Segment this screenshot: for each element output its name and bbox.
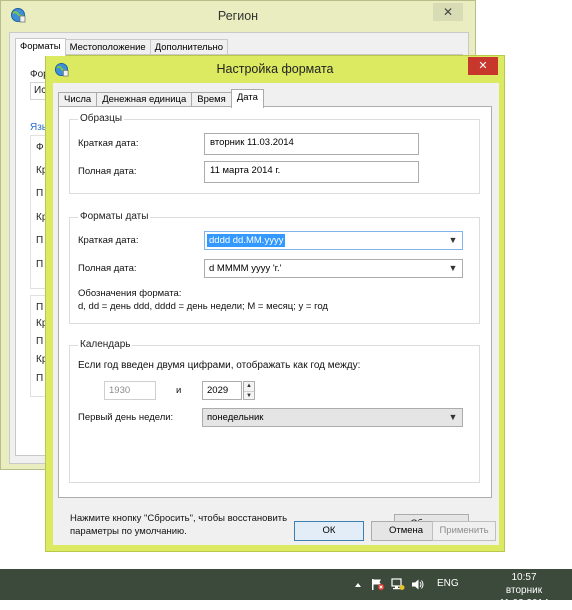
long-date-format-combo[interactable]: d MMMM yyyy 'г.' ▼ (204, 259, 463, 278)
clock-time: 10:57 (511, 572, 537, 583)
first-day-label: Первый день недели: (78, 412, 174, 423)
cancel-button[interactable]: Отмена (371, 521, 441, 541)
region-fragment: П (36, 302, 44, 313)
tab-administrative[interactable]: Дополнительно (149, 39, 229, 55)
tab-formats[interactable]: Форматы (15, 38, 66, 56)
dialog-close-button[interactable]: ✕ (468, 57, 498, 75)
calendar-group: Календарь Если год введен двумя цифрами,… (69, 339, 480, 483)
tab-numbers[interactable]: Числа (58, 92, 98, 107)
tab-location[interactable]: Местоположение (64, 39, 151, 55)
region-fragment: П (36, 188, 44, 199)
volume-icon[interactable] (411, 578, 425, 591)
region-tabs: Форматы Местоположение Дополнительно (15, 38, 229, 56)
region-fragment: Ф (36, 142, 44, 153)
apply-button: Применить (432, 521, 496, 541)
tab-date[interactable]: Дата (230, 89, 264, 108)
year-from-field: 1930 (104, 381, 156, 400)
short-date-format-combo[interactable]: dddd dd.MM.yyyy ▼ (204, 231, 463, 250)
year-to-stepper[interactable]: ▲ ▼ (243, 381, 255, 400)
format-legend-title: Обозначения формата: (78, 288, 182, 299)
first-day-value[interactable]: понедельник (207, 412, 263, 423)
close-icon: ✕ (442, 5, 454, 19)
samples-group: Образцы Краткая дата: вторник 11.03.2014… (69, 113, 480, 194)
sample-short-date-value: вторник 11.03.2014 (204, 133, 419, 155)
action-center-flag-icon[interactable] (371, 578, 385, 591)
calendar-group-title: Календарь (78, 339, 133, 350)
date-formats-group: Форматы даты Краткая дата: dddd dd.MM.yy… (69, 211, 480, 324)
region-fragment: П (36, 336, 44, 347)
dialog-tabs: Числа Денежная единица Время Дата (58, 89, 264, 108)
sample-short-date-label: Краткая дата: (78, 138, 139, 149)
input-language-indicator[interactable]: ENG (437, 578, 459, 589)
samples-group-title: Образцы (78, 113, 125, 124)
long-date-format-value[interactable]: d MMMM yyyy 'г.' (209, 263, 281, 274)
short-date-format-value[interactable]: dddd dd.MM.yyyy (207, 234, 286, 247)
region-close-button[interactable]: ✕ (433, 3, 463, 21)
date-tab-panel: Образцы Краткая дата: вторник 11.03.2014… (58, 106, 492, 498)
taskbar: ENG 10:57 вторник 11.03.2014 (0, 569, 572, 609)
close-icon: ✕ (478, 60, 488, 72)
clock-date: вторник 11.03.2014 (499, 585, 549, 609)
taskbar-clock[interactable]: 10:57 вторник 11.03.2014 (484, 571, 564, 610)
network-icon[interactable] (391, 578, 405, 591)
year-and-label: и (176, 385, 182, 396)
chevron-down-icon[interactable]: ▼ (447, 262, 459, 275)
show-hidden-icons-icon[interactable] (351, 578, 365, 591)
dialog-title: Настройка формата (216, 62, 334, 76)
region-fragment: П (36, 235, 44, 246)
tab-currency[interactable]: Денежная единица (96, 92, 193, 107)
sample-long-date-label: Полная дата: (78, 166, 137, 177)
reset-hint: Нажмите кнопку "Сбросить", чтобы восстан… (70, 513, 288, 537)
date-formats-group-title: Форматы даты (78, 211, 151, 222)
format-settings-dialog: Настройка формата ✕ Числа Денежная едини… (45, 55, 505, 552)
region-fragment: П (36, 259, 44, 270)
arrow-up-icon[interactable]: ▲ (244, 382, 254, 391)
dialog-client-area: Числа Денежная единица Время Дата Образц… (53, 83, 499, 545)
tab-time[interactable]: Время (191, 92, 232, 107)
short-date-format-label: Краткая дата: (78, 235, 139, 246)
long-date-format-label: Полная дата: (78, 263, 137, 274)
year-to-field[interactable]: 2029 (202, 381, 242, 400)
chevron-down-icon[interactable]: ▼ (447, 234, 459, 247)
format-legend-text: d, dd = день ddd, dddd = день недели; M … (78, 301, 328, 312)
two-digit-year-label: Если год введен двумя цифрами, отображат… (78, 360, 361, 371)
first-day-combo[interactable]: понедельник ▼ (202, 408, 463, 427)
dialog-title-bar[interactable]: Настройка формата ✕ (46, 56, 504, 82)
arrow-down-icon[interactable]: ▼ (244, 390, 254, 400)
region-title-bar[interactable]: Регион ✕ (1, 1, 475, 31)
ok-button[interactable]: ОК (294, 521, 364, 541)
region-fragment: П (36, 373, 44, 384)
sample-long-date-value: 11 марта 2014 г. (204, 161, 419, 183)
chevron-down-icon[interactable]: ▼ (447, 411, 459, 424)
region-window-title: Регион (217, 9, 259, 23)
